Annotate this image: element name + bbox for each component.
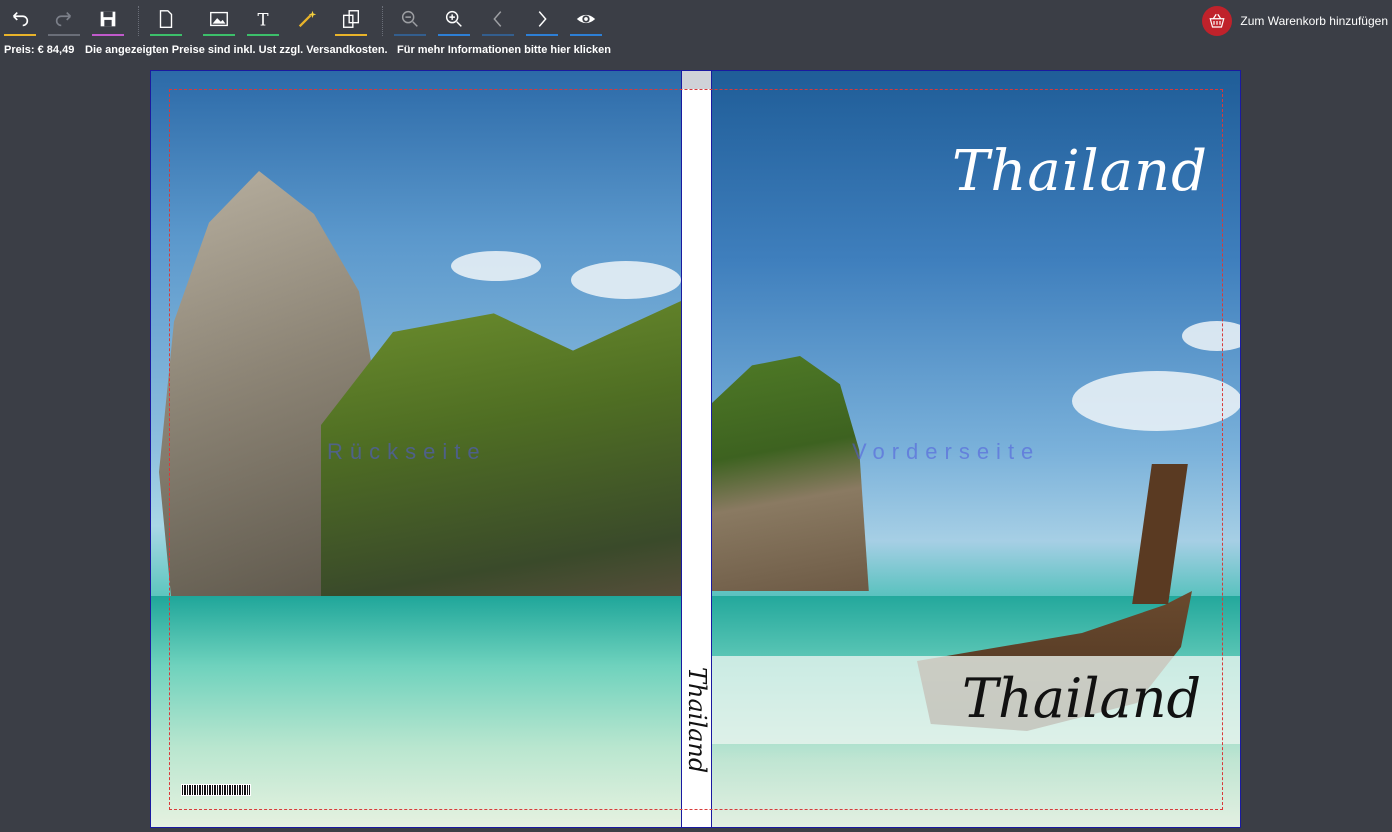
cloud [571,261,681,299]
magic-wand-icon [298,10,317,28]
new-page-button[interactable] [150,4,182,36]
save-icon [100,11,116,27]
prev-page-button[interactable] [482,4,514,36]
redo-button[interactable] [48,4,80,36]
zoom-out-icon [401,10,418,27]
undo-icon [12,11,29,27]
text-icon: T [258,10,269,29]
cloud [1072,371,1240,431]
toolbar-separator [138,6,139,36]
add-image-button[interactable] [203,4,235,36]
front-title-top[interactable]: Thailand [952,139,1208,204]
price-note: Die angezeigten Preise sind inkl. Ust zz… [85,44,388,56]
swap-pages-button[interactable] [335,4,367,36]
add-to-cart-button[interactable]: Zum Warenkorb hinzufügen [1202,5,1388,37]
toolbar-separator [382,6,383,36]
back-cover[interactable]: Rückseite [151,71,681,827]
back-watermark: Rückseite [327,439,487,464]
cloud [451,251,541,281]
spine-title[interactable]: Thailand [683,667,711,777]
toolbar: T Zum Warenkorb hinzufügen [0,0,1392,42]
chevron-right-icon [538,11,547,27]
cloud [1182,321,1240,351]
undo-button[interactable] [4,4,36,36]
front-photo-rock [712,356,869,591]
eye-icon [576,14,596,24]
swap-pages-icon [342,10,360,28]
front-watermark: Vorderseite [852,439,1041,464]
zoom-in-icon [445,10,462,27]
preview-button[interactable] [570,4,602,36]
add-to-cart-label: Zum Warenkorb hinzufügen [1240,14,1388,28]
spine-header [682,71,711,89]
front-title-bottom[interactable]: Thailand [962,667,1201,730]
front-photo-boat-prow [1132,464,1188,604]
spine[interactable]: Thailand [681,71,712,827]
add-text-button[interactable]: T [247,4,279,36]
svg-text:T: T [258,10,269,29]
zoom-in-button[interactable] [438,4,470,36]
basket-icon [1202,6,1233,36]
redo-icon [55,11,72,27]
zoom-out-button[interactable] [394,4,426,36]
image-icon [210,11,228,27]
page-icon [159,10,173,28]
front-cover[interactable]: Vorderseite Thailand Thailand [712,71,1240,827]
chevron-left-icon [493,11,502,27]
cover-canvas: Rückseite Thailand Vorderseite Thailand … [150,70,1241,828]
more-info-link[interactable]: Für mehr Informationen bitte hier klicke… [397,44,611,56]
next-page-button[interactable] [526,4,558,36]
save-button[interactable] [92,4,124,36]
barcode [181,784,251,796]
magic-button[interactable] [291,4,323,36]
price-label: Preis: € 84,49 [4,44,75,56]
